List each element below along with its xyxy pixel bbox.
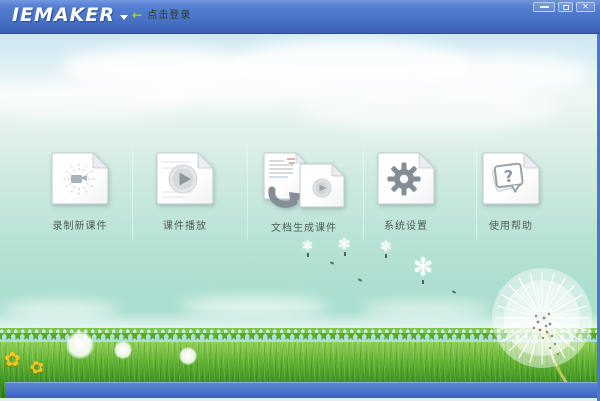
bottom-status-bar	[5, 382, 598, 398]
app-window: IEMAKER ← 点击登录 ✕ 录制新课件 课件播放 文档生成课件 系统设置 …	[0, 0, 600, 401]
dandelion-seed-icon: ✻	[380, 239, 392, 258]
close-button[interactable]: ✕	[576, 2, 595, 12]
left-arrow-icon: ←	[132, 8, 143, 22]
menu-item-record-new-courseware[interactable]: 录制新课件	[20, 150, 140, 232]
dandelion-seed-icon: ✻	[338, 235, 351, 256]
seed-speck	[329, 261, 335, 265]
minimize-button[interactable]	[533, 2, 555, 12]
menu-label: 录制新课件	[52, 221, 108, 232]
window-controls: ✕	[533, 2, 595, 12]
cloud	[150, 71, 330, 107]
dandelion-seed-icon: ✻	[302, 239, 313, 257]
courseware-playback-icon	[156, 151, 215, 205]
usage-help-icon: ?	[482, 151, 541, 205]
close-icon: ✕	[582, 2, 589, 11]
app-logo-text: IEMAKER	[12, 4, 115, 26]
small-dandelion	[179, 347, 197, 365]
system-settings-icon	[377, 151, 436, 205]
menu-item-system-settings[interactable]: 系统设置	[346, 150, 466, 232]
maximize-icon	[562, 4, 569, 10]
small-dandelion	[66, 331, 94, 359]
main-area: 录制新课件 课件播放 文档生成课件 系统设置 ? 使用帮助 ✻ ✻ ✻ ✻ ✿ …	[0, 33, 600, 401]
menu-label: 文档生成课件	[271, 223, 337, 234]
record-new-courseware-icon	[51, 151, 110, 205]
minimize-icon	[539, 6, 549, 8]
title-bar: IEMAKER ← 点击登录 ✕	[0, 0, 600, 34]
yellow-flower-icon: ✿	[4, 347, 21, 371]
doc-generate-courseware-icon	[263, 151, 346, 208]
maximize-button[interactable]	[558, 2, 573, 12]
dandelion-seed-icon: ✻	[413, 253, 433, 284]
login-link[interactable]: ← 点击登录	[132, 6, 191, 22]
menu-label: 课件播放	[163, 221, 207, 232]
menu-item-courseware-playback[interactable]: 课件播放	[125, 150, 245, 232]
seed-speck	[357, 278, 363, 282]
dandelion-graphic	[492, 268, 592, 398]
menu-item-usage-help[interactable]: ? 使用帮助	[451, 150, 571, 232]
menu-label: 系统设置	[384, 221, 428, 232]
app-logo[interactable]: IEMAKER	[12, 4, 128, 26]
chevron-down-icon	[120, 15, 128, 20]
cloud	[300, 85, 560, 131]
menu-label: 使用帮助	[489, 221, 533, 232]
small-dandelion	[114, 341, 132, 359]
login-label: 点击登录	[147, 10, 192, 21]
seed-speck	[451, 290, 457, 294]
